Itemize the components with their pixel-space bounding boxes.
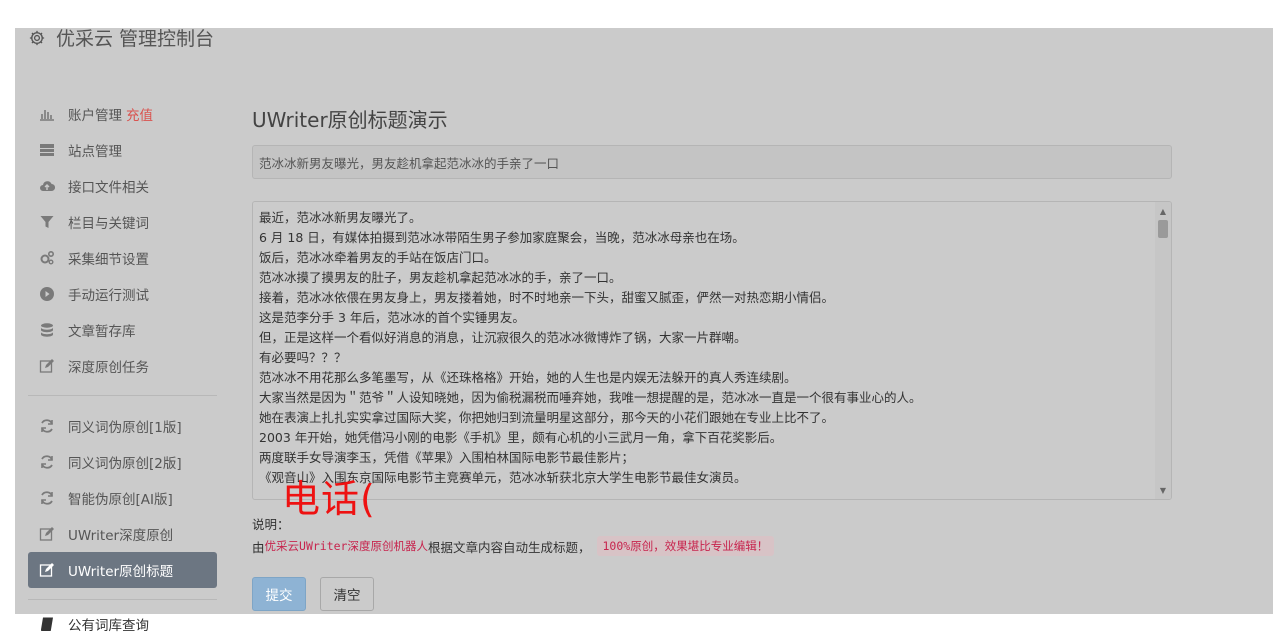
sidebar-divider [28,395,217,396]
sidebar-item-label: 采集细节设置 [68,252,149,268]
refresh-icon [38,417,56,435]
article-line: 范冰冰摸了摸男友的肚子，男友趁机拿起范冰冰的手，亲了一口。 [259,270,622,285]
article-line: 她在表演上扎扎实实拿过国际大奖，你把她归到流量明星这部分，那今天的小花们跟她在专… [259,410,835,425]
edit-icon [38,525,56,543]
edit-icon [38,561,56,579]
sidebar-item-synonym-v2[interactable]: 同义词伪原创[2版] [28,444,217,480]
page: 优采云 管理控制台 账户管理 充值 站点管理 接口文件相关 栏目与关键词 采集细… [0,0,1286,642]
article-line: 《观音山》入围东京国际电影节主竞赛单元，范冰冰斩获北京大学生电影节最佳女演员。 [259,470,747,485]
sidebar-item-label: UWriter原创标题 [68,564,174,580]
sidebar-item-sites[interactable]: 站点管理 [28,132,217,168]
play-circle-icon [38,285,56,303]
sidebar-item-label: 同义词伪原创[1版] [68,420,182,436]
sidebar-item-ai-rewrite[interactable]: 智能伪原创[AI版] [28,480,217,516]
article-line: 大家当然是因为＂范爷＂人设知晓她，因为偷税漏税而唾弃她，我唯一想提醒的是，范冰冰… [259,390,922,405]
sidebar-item-label: 栏目与关键词 [68,216,149,232]
article-line: 6 月 18 日，有媒体拍摄到范冰冰带陌生男子参加家庭聚会，当晚，范冰冰母亲也在… [259,230,745,245]
sidebar-item-label: UWriter深度原创 [68,528,174,544]
article-line: 这是范李分手 3 年后，范冰冰的首个实锤男友。 [259,310,525,325]
textarea-scrollbar[interactable]: ▲ ▼ [1155,202,1171,499]
sidebar-item-label: 账户管理 [68,108,122,124]
article-line: 两度联手女导演李玉，凭借《苹果》入围柏林国际电影节最佳影片； [259,450,635,465]
sidebar-item-deep-original-tasks[interactable]: 深度原创任务 [28,348,217,384]
refresh-icon [38,489,56,507]
article-line: 有必要吗？？？ [259,350,347,365]
bar-chart-icon [38,105,56,123]
scrollbar-thumb[interactable] [1158,220,1168,238]
server-icon [38,141,56,159]
sidebar: 账户管理 充值 站点管理 接口文件相关 栏目与关键词 采集细节设置 手动运行测试… [28,96,217,612]
title-field-value: 范冰冰新男友曝光，男友趁机拿起范冰冰的手亲了一口 [259,155,560,171]
sidebar-item-uwriter-title[interactable]: UWriter原创标题 [28,552,217,588]
sidebar-item-synonym-v1[interactable]: 同义词伪原创[1版] [28,408,217,444]
scroll-down-arrow-icon[interactable]: ▼ [1155,483,1171,497]
article-line: 最近，范冰冰新男友曝光了。 [259,210,422,225]
gears-icon [38,249,56,267]
sidebar-item-label: 同义词伪原创[2版] [68,456,182,472]
sidebar-item-collect-settings[interactable]: 采集细节设置 [28,240,217,276]
right-margin [1273,28,1286,642]
sidebar-item-columns-keywords[interactable]: 栏目与关键词 [28,204,217,240]
sidebar-item-account[interactable]: 账户管理 充值 [28,96,217,132]
clear-button[interactable]: 清空 [320,577,374,611]
sidebar-item-interface-files[interactable]: 接口文件相关 [28,168,217,204]
sidebar-item-article-store[interactable]: 文章暂存库 [28,312,217,348]
app-brand[interactable]: 优采云 管理控制台 [28,24,214,51]
sidebar-item-label: 深度原创任务 [68,360,149,376]
main-content: UWriter原创标题演示 范冰冰新男友曝光，男友趁机拿起范冰冰的手亲了一口 最… [252,104,1172,500]
page-title: UWriter原创标题演示 [252,108,448,132]
database-icon [38,321,56,339]
filter-icon [38,213,56,231]
sidebar-item-label: 接口文件相关 [68,180,149,196]
article-line: 2003 年开始，她凭借冯小刚的电影《手机》里，颇有心机的小三武月一角，拿下百花… [259,430,783,445]
sidebar-item-label: 文章暂存库 [68,324,136,340]
edit-icon [38,357,56,375]
app-title: 优采云 管理控制台 [56,28,215,50]
notes-prefix: 由 [252,539,265,555]
sidebar-item-public-lexicon[interactable]: 公有词库查询 [28,606,217,642]
cloud-upload-icon [38,177,56,195]
scroll-up-arrow-icon[interactable]: ▲ [1155,204,1171,218]
gear-icon [29,30,45,45]
sidebar-item-label: 站点管理 [68,144,122,160]
sidebar-item-label: 公有词库查询 [68,618,149,634]
refresh-icon [38,453,56,471]
sidebar-item-label: 智能伪原创[AI版] [68,492,173,508]
book-icon [38,615,56,633]
left-margin [0,28,15,642]
notes-description: 由 优采云UWriter深度原创机器人 根据文章内容自动生成标题， 100%原创… [252,536,775,556]
article-text: 最近，范冰冰新男友曝光了。 6 月 18 日，有媒体拍摄到范冰冰带陌生男子参加家… [259,208,1151,488]
sidebar-item-uwriter-deep[interactable]: UWriter深度原创 [28,516,217,552]
article-line: 饭后，范冰冰牵着男友的手站在饭店门口。 [259,250,497,265]
notes-highlight: 100%原创，效果堪比专业编辑！ [596,536,775,556]
article-textarea[interactable]: 最近，范冰冰新男友曝光了。 6 月 18 日，有媒体拍摄到范冰冰带陌生男子参加家… [252,201,1172,500]
recharge-link[interactable]: 充值 [126,104,153,124]
notes-label: 说明： [252,517,290,532]
article-line: 接着，范冰冰依偎在男友身上，男友搂着她，时不时地亲一下头，甜蜜又腻歪，俨然一对热… [259,290,835,305]
submit-button[interactable]: 提交 [252,577,306,611]
sidebar-item-manual-run[interactable]: 手动运行测试 [28,276,217,312]
notes-product-name: 优采云UWriter深度原创机器人 [264,539,428,553]
sidebar-divider [28,599,217,600]
sidebar-item-label: 手动运行测试 [68,288,149,304]
title-field[interactable]: 范冰冰新男友曝光，男友趁机拿起范冰冰的手亲了一口 [252,145,1172,179]
article-line: 但，正是这样一个看似好消息的消息，让沉寂很久的范冰冰微博炸了锅，大家一片群嘲。 [259,330,747,345]
notes-middle: 根据文章内容自动生成标题， [427,539,591,555]
article-line: 范冰冰不用花那么多笔墨写，从《还珠格格》开始，她的人生也是内娱无法躲开的真人秀连… [259,370,797,385]
watermark-overlay-text: 电话( [282,477,376,521]
